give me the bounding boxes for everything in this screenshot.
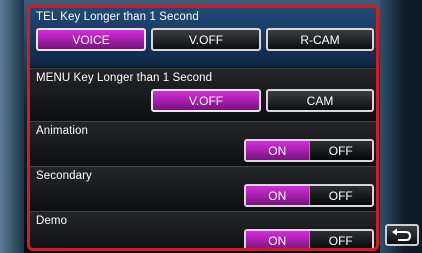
tel-key-section: TEL Key Longer than 1 Second VOICE V.OFF… <box>30 8 376 67</box>
animation-toggle: ON OFF <box>244 139 374 162</box>
demo-label: Demo <box>36 215 68 227</box>
left-edge-backdrop <box>0 0 24 253</box>
settings-panel: TEL Key Longer than 1 Second VOICE V.OFF… <box>27 5 379 251</box>
tel-voice-button[interactable]: VOICE <box>36 28 146 51</box>
right-edge-backdrop <box>380 0 422 253</box>
return-arrow-icon <box>392 228 412 241</box>
secondary-on-button[interactable]: ON <box>246 186 309 205</box>
menu-cam-button[interactable]: CAM <box>266 89 374 112</box>
animation-off-button[interactable]: OFF <box>308 141 372 160</box>
demo-section: Demo ON OFF <box>30 211 376 248</box>
tel-voff-button[interactable]: V.OFF <box>151 28 261 51</box>
secondary-label: Secondary <box>36 170 92 182</box>
tel-rcam-button[interactable]: R-CAM <box>266 28 374 51</box>
secondary-toggle: ON OFF <box>244 184 374 207</box>
demo-off-button[interactable]: OFF <box>308 231 372 248</box>
menu-key-label: MENU Key Longer than 1 Second <box>36 72 213 84</box>
demo-toggle: ON OFF <box>244 229 374 248</box>
menu-key-section: MENU Key Longer than 1 Second V.OFF CAM <box>30 68 376 121</box>
animation-label: Animation <box>36 125 89 137</box>
scrollbar-thumb[interactable] <box>377 10 379 54</box>
demo-on-button[interactable]: ON <box>246 231 309 248</box>
scrollbar[interactable] <box>376 8 379 251</box>
back-button[interactable] <box>385 224 419 246</box>
menu-voff-button[interactable]: V.OFF <box>151 89 261 112</box>
secondary-section: Secondary ON OFF <box>30 166 376 211</box>
animation-on-button[interactable]: ON <box>246 141 309 160</box>
secondary-off-button[interactable]: OFF <box>308 186 372 205</box>
animation-section: Animation ON OFF <box>30 121 376 166</box>
tel-key-label: TEL Key Longer than 1 Second <box>36 11 199 23</box>
